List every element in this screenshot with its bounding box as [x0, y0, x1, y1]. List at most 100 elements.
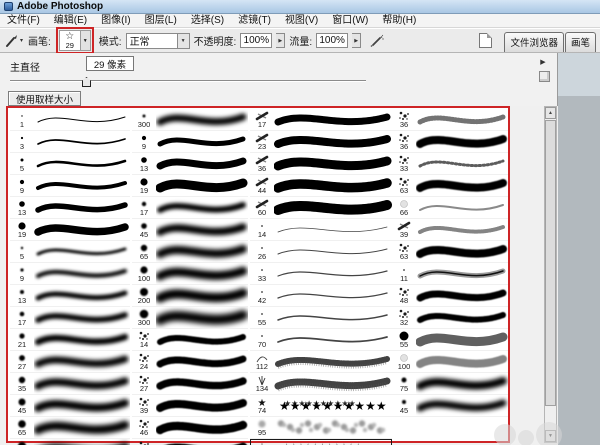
brush-preset-100[interactable]: 100: [392, 351, 508, 373]
flow-slider-button[interactable]: ▶: [352, 33, 361, 48]
brush-preset-36[interactable]: 36: [392, 131, 508, 153]
use-sample-size-button[interactable]: 使用取样大小: [8, 91, 81, 106]
brush-preset-55[interactable]: 55: [392, 329, 508, 351]
menu-item[interactable]: 视图(V): [278, 14, 325, 28]
brush-preset-44[interactable]: 44: [250, 175, 392, 197]
brush-preset-11[interactable]: 11: [392, 263, 508, 285]
slider-track[interactable]: [10, 80, 366, 82]
brush-preset-300[interactable]: 300: [132, 307, 248, 329]
brush-preset-17[interactable]: 17: [132, 197, 248, 219]
brush-preset-29[interactable]: ☆29☆☆☆☆☆☆☆☆☆☆☆☆☆☆☆☆☆☆☆☆☆☆: [250, 439, 392, 445]
brush-preset-19[interactable]: 19: [132, 175, 248, 197]
brush-preset-9[interactable]: 9: [10, 175, 130, 197]
scrollbar-thumb[interactable]: [545, 120, 556, 406]
brush-preset-27[interactable]: 27: [10, 351, 130, 373]
menu-item[interactable]: 帮助(H): [375, 14, 423, 28]
new-brush-button[interactable]: [539, 71, 550, 82]
brush-preset-75[interactable]: 75: [392, 373, 508, 395]
opacity-input[interactable]: 100%: [240, 33, 272, 48]
brush-preset-112[interactable]: 112: [250, 351, 392, 373]
brush-preset-100[interactable]: 100: [10, 439, 130, 445]
brush-preset-21[interactable]: 21: [10, 329, 130, 351]
brush-preset-45[interactable]: 45: [392, 395, 508, 417]
brush-preset-55[interactable]: 55: [250, 307, 392, 329]
menu-item[interactable]: 编辑(E): [47, 14, 94, 28]
brush-preset-70[interactable]: 70: [250, 329, 392, 351]
master-diameter-value[interactable]: 29 像素: [86, 56, 134, 71]
brush-preset-48[interactable]: 48: [392, 285, 508, 307]
brush-preset-13[interactable]: 13: [10, 285, 130, 307]
palette-tab-brushes[interactable]: 画笔: [565, 32, 596, 52]
brush-preset-17[interactable]: 17: [250, 109, 392, 131]
menu-item[interactable]: 图层(L): [138, 14, 184, 28]
brush-preset-59[interactable]: 59: [132, 439, 248, 445]
brush-size-label: 13: [18, 209, 26, 217]
brush-preset-1[interactable]: 1: [10, 109, 130, 131]
brush-preset-42[interactable]: 42: [250, 285, 392, 307]
brush-tool-button[interactable]: ▾: [4, 32, 24, 50]
brush-preset-200[interactable]: 200: [132, 285, 248, 307]
flow-input[interactable]: 100%: [316, 33, 348, 48]
brush-preset-27[interactable]: 27: [132, 373, 248, 395]
brush-preset-45[interactable]: 45: [132, 219, 248, 241]
brush-preset-63[interactable]: 63: [392, 241, 508, 263]
brush-preset-5[interactable]: 5: [10, 153, 130, 175]
brush-preset-23[interactable]: 23: [250, 131, 392, 153]
brush-preset-17[interactable]: 17: [10, 307, 130, 329]
menu-item[interactable]: 图像(I): [94, 14, 137, 28]
menu-item[interactable]: 选择(S): [184, 14, 231, 28]
brush-preset-5[interactable]: 5: [10, 241, 130, 263]
brush-preset-36[interactable]: 36: [392, 109, 508, 131]
brush-preset-63[interactable]: 63: [392, 175, 508, 197]
brush-preset-39[interactable]: 39: [392, 219, 508, 241]
brush-stroke-preview: [156, 307, 248, 328]
scroll-up-icon[interactable]: ▲: [545, 107, 556, 119]
master-diameter-slider[interactable]: [10, 77, 366, 87]
brush-preset-26[interactable]: 26: [250, 241, 392, 263]
brush-preset-24[interactable]: 24: [132, 351, 248, 373]
palette-tab-file-browser[interactable]: 文件浏览器: [504, 32, 564, 52]
airbrush-icon[interactable]: [369, 34, 385, 48]
brush-preset-33[interactable]: 33: [392, 153, 508, 175]
brush-tip-icon: 13: [10, 198, 34, 217]
brush-preset-33[interactable]: 33: [250, 263, 392, 285]
brush-preset-74[interactable]: ★74★★★★★★★★★★★★★★★★★★★★: [250, 395, 392, 417]
menu-item[interactable]: 滤镜(T): [231, 14, 278, 28]
scroll-down-icon[interactable]: ▼: [545, 430, 556, 442]
brush-preset-32[interactable]: 32: [392, 307, 508, 329]
brush-preset-dropdown-arrow[interactable]: ▼: [81, 30, 91, 51]
brush-preset-95[interactable]: 95: [250, 417, 392, 439]
brush-preset-3[interactable]: 3: [10, 131, 130, 153]
mode-dropdown[interactable]: 正常 ▼: [126, 33, 190, 49]
brush-preset-66[interactable]: 66: [392, 197, 508, 219]
brush-preset-13[interactable]: 13: [132, 153, 248, 175]
brush-preset-13[interactable]: 13: [10, 197, 130, 219]
menu-item[interactable]: 窗口(W): [325, 14, 375, 28]
brush-preset-39[interactable]: 39: [132, 395, 248, 417]
brush-preset-45[interactable]: 45: [10, 395, 130, 417]
brush-preset-9[interactable]: 9: [10, 263, 130, 285]
brush-preset-14[interactable]: 14: [132, 329, 248, 351]
brush-preset-65[interactable]: 65: [10, 417, 130, 439]
brush-stroke-preview: [274, 175, 392, 196]
brush-preset-60[interactable]: 60: [250, 197, 392, 219]
brush-preset-picker[interactable]: ☆ 29 ▼: [59, 30, 91, 51]
brush-preset-36[interactable]: 36: [250, 153, 392, 175]
brush-preset-14[interactable]: 14: [250, 219, 392, 241]
menu-item[interactable]: 文件(F): [0, 14, 47, 28]
brush-preset-35[interactable]: 35: [10, 373, 130, 395]
brush-preset-134[interactable]: 134: [250, 373, 392, 395]
brush-preset-9[interactable]: 9: [132, 131, 248, 153]
brush-preset-100[interactable]: 100: [132, 263, 248, 285]
vertical-scrollbar[interactable]: ▲ ▼: [544, 106, 557, 443]
brush-preset-19[interactable]: 19: [10, 219, 130, 241]
brush-preset-46[interactable]: 46: [132, 417, 248, 439]
flyout-menu-button[interactable]: ▶: [537, 58, 549, 66]
brush-preset-300[interactable]: 300: [132, 109, 248, 131]
opacity-label: 不透明度:: [194, 33, 237, 48]
brush-size-label: 63: [400, 187, 408, 195]
file-browser-toggle-icon[interactable]: [479, 33, 492, 48]
brush-preset-65[interactable]: 65: [132, 241, 248, 263]
opacity-slider-button[interactable]: ▶: [276, 33, 285, 48]
slider-handle[interactable]: [82, 77, 91, 87]
